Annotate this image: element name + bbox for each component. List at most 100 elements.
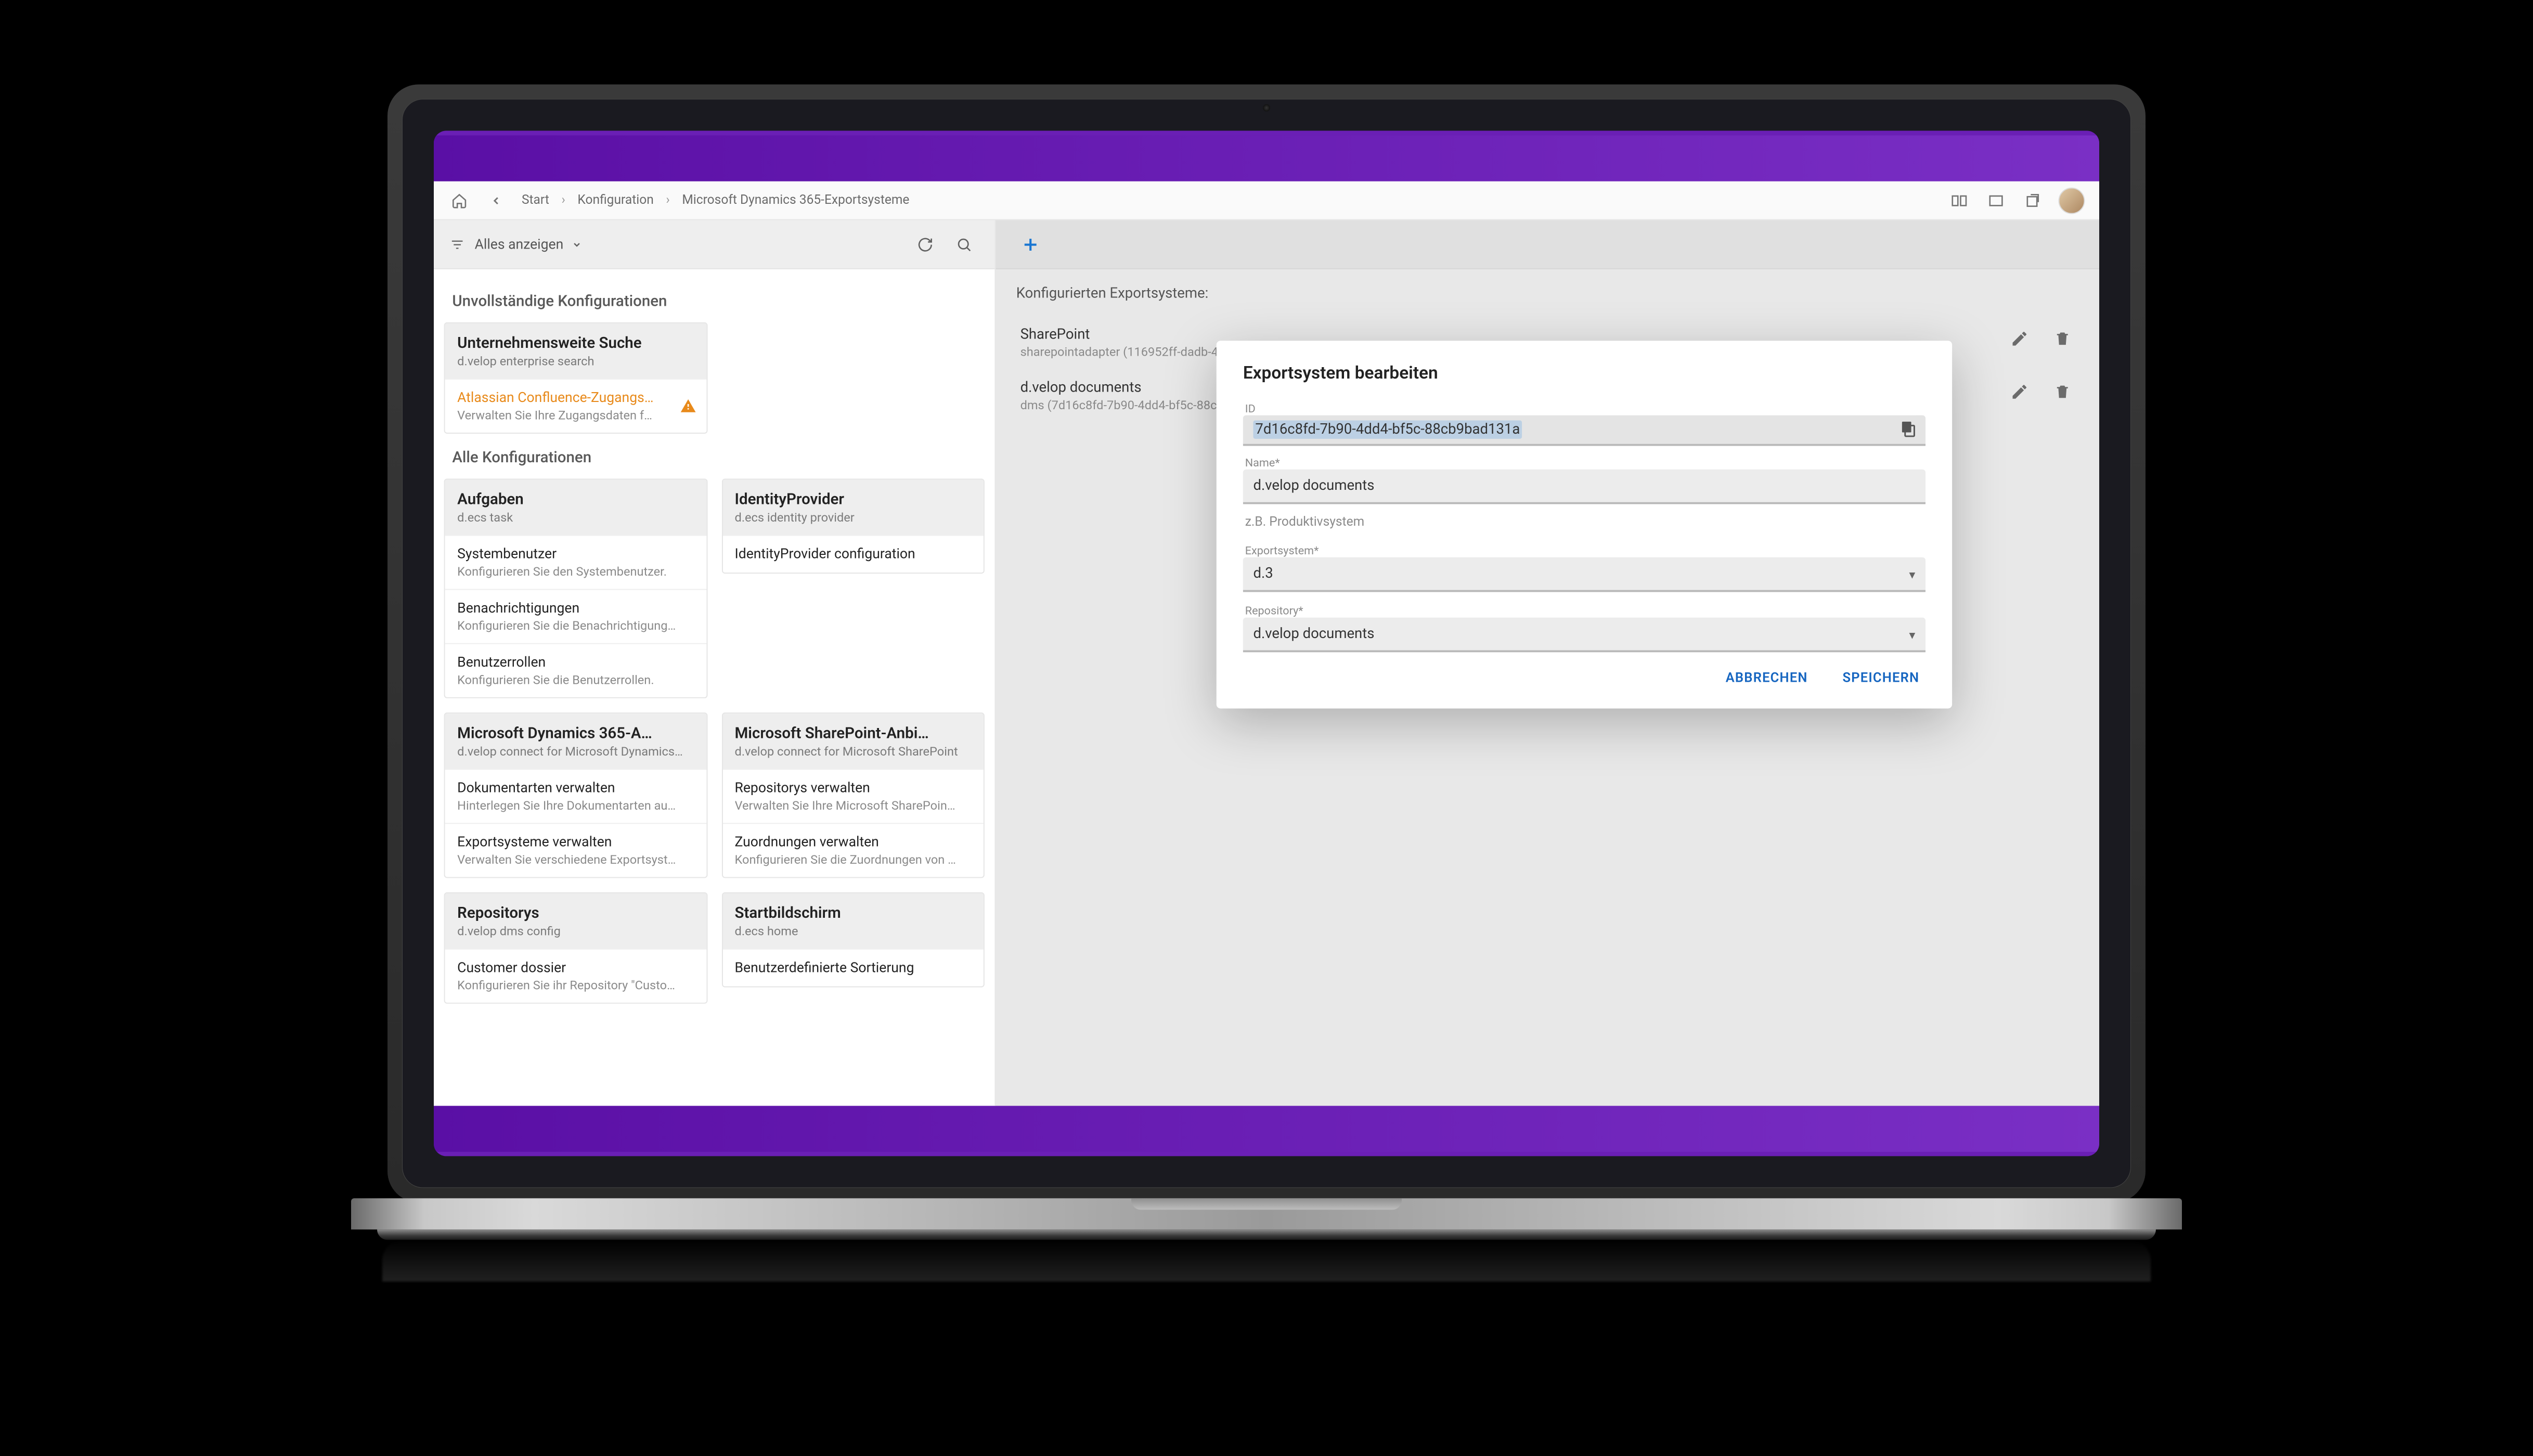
chevron-down-icon: ▾ (1909, 567, 1916, 582)
delete-icon[interactable] (2050, 380, 2075, 404)
field-label: ID (1243, 402, 1925, 415)
open-external-icon[interactable] (2022, 189, 2044, 211)
item-label: Customer dossier (457, 959, 694, 976)
card-item[interactable]: Zuordnungen verwaltenKonfigurieren Sie d… (722, 823, 984, 877)
card-head[interactable]: IdentityProviderd.ecs identity provider (722, 479, 984, 535)
card-subtitle: d.velop connect for Microsoft Dynamics… (457, 744, 694, 759)
item-desc: Hinterlegen Sie Ihre Dokumentarten au… (457, 798, 694, 813)
item-label: Benutzerrollen (457, 654, 694, 670)
card-subtitle: d.velop dms config (457, 924, 694, 939)
copy-icon[interactable] (1899, 419, 1917, 437)
card-subtitle: d.ecs identity provider (735, 510, 972, 525)
avatar[interactable] (2058, 187, 2085, 213)
item-desc: Verwalten Sie Ihre Microsoft SharePoin… (735, 798, 972, 813)
config-card: Microsoft SharePoint-Anbi…d.velop connec… (721, 712, 985, 878)
app-window: Start › Konfiguration › Microsoft Dynami… (434, 135, 2099, 1152)
crumb-page: Microsoft Dynamics 365-Exportsysteme (682, 192, 909, 207)
section-all-title: Alle Konfigurationen (452, 448, 976, 466)
crumb-start[interactable]: Start (522, 192, 549, 207)
save-button[interactable]: SPEICHERN (1837, 662, 1925, 694)
chevron-right-icon: › (561, 192, 565, 207)
detail-toolbar (996, 220, 2099, 269)
card-item[interactable]: Benutzerdefinierte Sortierung (722, 948, 984, 986)
name-hint: z.B. Produktivsystem (1243, 508, 1925, 544)
exportsystem-select[interactable]: d.3 (1243, 557, 1925, 592)
filter-label: Alles anzeigen (475, 236, 564, 252)
card-item[interactable]: BenachrichtigungenKonfigurieren Sie die … (445, 589, 706, 643)
item-desc: Konfigurieren Sie die Benachrichtigung… (457, 618, 694, 633)
system-name: SharePoint (1020, 326, 2008, 342)
edit-icon[interactable] (2007, 326, 2032, 350)
repository-select[interactable]: d.velop documents (1243, 617, 1925, 652)
topbar: Start › Konfiguration › Microsoft Dynami… (434, 181, 2099, 220)
card-title: Unternehmensweite Suche (457, 333, 694, 352)
edit-icon[interactable] (2007, 380, 2032, 404)
card-head[interactable]: Repositorys d.velop dms config (445, 893, 706, 948)
cancel-button[interactable]: ABBRECHEN (1720, 662, 1814, 694)
config-card: Startbildschirmd.ecs home Benutzerdefinie… (721, 892, 985, 987)
home-icon[interactable] (448, 189, 471, 211)
card-item[interactable]: Customer dossier Konfigurieren Sie ihr Re… (445, 948, 706, 1003)
item-label: Exportsysteme verwalten (457, 834, 694, 850)
item-desc: Konfigurieren Sie ihr Repository "Custo… (457, 978, 694, 993)
field-label: Name* (1243, 456, 1925, 470)
select-value: d.3 (1253, 565, 1273, 581)
config-toolbar: Alles anzeigen (434, 220, 994, 269)
warning-icon (679, 398, 695, 414)
chevron-down-icon (572, 239, 582, 249)
name-input[interactable] (1243, 469, 1925, 504)
layout-columns-icon[interactable] (1948, 189, 1970, 211)
config-card: Aufgabend.ecs task Systembenutzer Konfigur… (444, 478, 707, 698)
item-label: Atlassian Confluence-Zugangs… (457, 389, 694, 406)
config-card-enterprise-search: Unternehmensweite Suche d.velop enterpri… (444, 322, 707, 434)
config-card: IdentityProviderd.ecs identity provider I… (721, 478, 985, 574)
item-desc: Verwalten Sie verschiedene Exportsyst… (457, 852, 694, 867)
section-incomplete-title: Unvollständige Konfigurationen (452, 292, 976, 310)
detail-panel: Konfigurierten Exportsysteme: SharePoint… (996, 220, 2099, 1106)
filter-icon[interactable] (450, 237, 464, 252)
id-value[interactable]: 7d16c8fd-7b90-4dd4-bf5c-88cb9bad131a (1243, 415, 1925, 446)
filter-dropdown[interactable]: Alles anzeigen (475, 236, 582, 252)
card-item[interactable]: Dokumentarten verwalten Hinterlegen Sie I… (445, 769, 706, 823)
card-subtitle: d.velop connect for Microsoft SharePoint (735, 744, 972, 759)
refresh-icon[interactable] (911, 230, 939, 258)
config-panel: Alles anzeigen (434, 220, 996, 1106)
card-title: Startbildschirm (735, 903, 972, 921)
card-head[interactable]: Microsoft SharePoint-Anbi…d.velop connec… (722, 713, 984, 769)
card-item[interactable]: Exportsysteme verwalten Verwalten Sie ver… (445, 823, 706, 877)
item-label: Zuordnungen verwalten (735, 834, 972, 850)
card-title: Aufgaben (457, 490, 694, 508)
card-title: Repositorys (457, 903, 694, 921)
field-name: Name* (1243, 456, 1925, 504)
dialog-title: Exportsystem bearbeiten (1243, 363, 1925, 383)
id-text: 7d16c8fd-7b90-4dd4-bf5c-88cb9bad131a (1253, 420, 1522, 438)
search-icon[interactable] (950, 230, 978, 258)
card-head[interactable]: Unternehmensweite Suche d.velop enterpri… (445, 323, 706, 379)
card-head[interactable]: Microsoft Dynamics 365-A… d.velop connect… (445, 713, 706, 769)
item-label: IdentityProvider configuration (735, 546, 972, 562)
laptop-camera (1263, 104, 1270, 111)
item-label: Systembenutzer (457, 546, 694, 562)
item-label: Dokumentarten verwalten (457, 780, 694, 796)
card-item[interactable]: Systembenutzer Konfigurieren Sie den Syst… (445, 535, 706, 589)
breadcrumb: Start › Konfiguration › Microsoft Dynami… (522, 192, 909, 207)
field-label: Repository* (1243, 604, 1925, 618)
laptop-notch (1131, 1198, 1402, 1210)
chevron-down-icon: ▾ (1909, 628, 1916, 642)
back-icon[interactable] (485, 189, 507, 211)
item-desc: Konfigurieren Sie den Systembenutzer. (457, 564, 694, 579)
card-item[interactable]: IdentityProvider configuration (722, 535, 984, 573)
item-label: Benutzerdefinierte Sortierung (735, 959, 972, 976)
field-label: Exportsystem* (1243, 544, 1925, 557)
card-head[interactable]: Aufgabend.ecs task (445, 479, 706, 535)
edit-exportsystem-dialog: Exportsystem bearbeiten ID 7d16c8fd-7b90… (1217, 341, 1952, 708)
card-item-confluence-warning[interactable]: Atlassian Confluence-Zugangs… Verwalten … (445, 379, 706, 433)
card-head[interactable]: Startbildschirmd.ecs home (722, 893, 984, 948)
delete-icon[interactable] (2050, 326, 2075, 350)
crumb-config[interactable]: Konfiguration (577, 192, 653, 207)
layout-single-icon[interactable] (1985, 189, 2007, 211)
add-button[interactable] (1012, 226, 1049, 263)
card-title: Microsoft Dynamics 365-A… (457, 724, 694, 742)
card-item[interactable]: Repositorys verwaltenVerwalten Sie Ihre … (722, 769, 984, 823)
card-item[interactable]: BenutzerrollenKonfigurieren Sie die Benu… (445, 643, 706, 697)
